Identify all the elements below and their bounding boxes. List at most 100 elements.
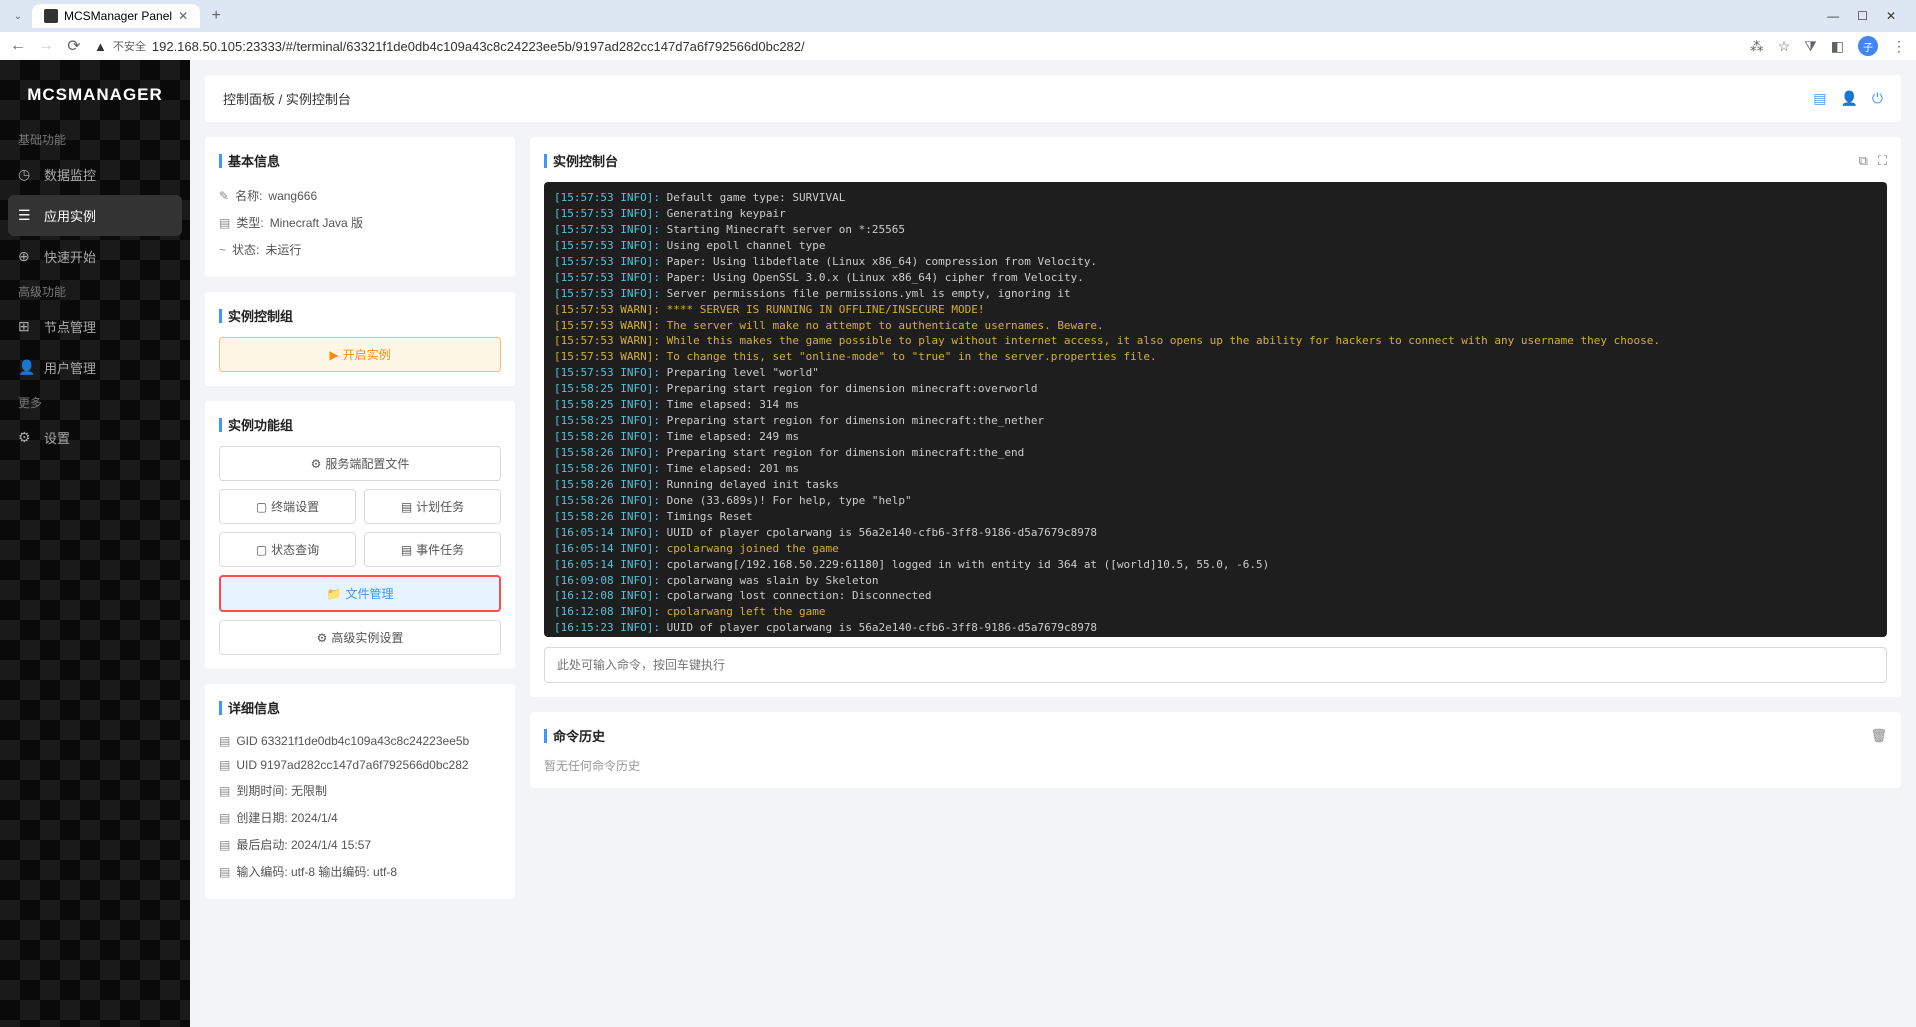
insecure-icon: ▲ — [94, 39, 107, 54]
terminal-output[interactable]: [15:57:53 INFO]: Default game type: SURV… — [544, 182, 1887, 637]
info-status: ~ 状态: 未运行 — [219, 236, 501, 263]
info-type: ▤ 类型: Minecraft Java 版 — [219, 209, 501, 236]
control-group-card: 实例控制组 ▶ 开启实例 — [205, 292, 515, 386]
play-icon: ▶ — [329, 348, 338, 362]
minimize-icon[interactable]: — — [1827, 9, 1839, 23]
terminal-line: [16:05:14 INFO]: cpolarwang[/192.168.50.… — [554, 557, 1877, 573]
sidebar-section-more: 更多 — [0, 388, 190, 417]
card-title: 实例控制台 ⧉ ⛶ — [544, 151, 1887, 170]
doc-icon: ▤ — [219, 865, 230, 879]
terminal-settings-button[interactable]: ▢ 终端设置 — [219, 489, 356, 524]
folder-icon: 📁 — [327, 587, 342, 601]
extensions-icon[interactable]: ⧩ — [1804, 38, 1817, 55]
main-content: 控制面板 / 实例控制台 ▤ 👤 ⏻ 基本信息 ✎ 名称: — [190, 60, 1916, 1027]
cal-icon: ▤ — [219, 811, 230, 825]
file-icon: ▤ — [219, 216, 230, 230]
uid-line: ▤UID 9197ad282cc147d7a6f792566d0bc282 — [219, 753, 501, 777]
url-field[interactable]: ▲ 不安全 192.168.50.105:23333/#/terminal/63… — [94, 38, 1738, 54]
users-icon: 👤 — [18, 359, 32, 376]
terminal-line: [16:05:14 INFO]: cpolarwang joined the g… — [554, 541, 1877, 557]
scheduled-tasks-button[interactable]: ▤ 计划任务 — [364, 489, 501, 524]
header-bar: 控制面板 / 实例控制台 ▤ 👤 ⏻ — [205, 75, 1901, 122]
sidebar-label: 节点管理 — [44, 317, 96, 336]
history-empty-text: 暂无任何命令历史 — [544, 757, 1887, 774]
breadcrumb-root[interactable]: 控制面板 — [223, 92, 275, 107]
sidebar-item-monitoring[interactable]: ◷ 数据监控 — [0, 154, 190, 195]
terminal-line: [15:58:25 INFO]: Time elapsed: 314 ms — [554, 397, 1877, 413]
encoding-line: ▤输入编码: utf-8 输出编码: utf-8 — [219, 858, 501, 885]
tab-title: MCSManager Panel — [64, 9, 172, 23]
user-icon[interactable]: 👤 — [1840, 90, 1857, 107]
sidebar-item-instances[interactable]: ☰ 应用实例 — [8, 195, 182, 236]
card-title: 详细信息 — [219, 698, 501, 717]
command-input[interactable] — [544, 647, 1887, 683]
close-tab-icon[interactable]: ✕ — [178, 9, 188, 23]
terminal-line: [15:57:53 INFO]: Server permissions file… — [554, 286, 1877, 302]
terminal-line: [16:05:14 INFO]: UUID of player cpolarwa… — [554, 525, 1877, 541]
gear-icon: ⚙ — [317, 631, 328, 645]
terminal-line: [15:57:53 INFO]: Paper: Using OpenSSL 3.… — [554, 270, 1877, 286]
trash-icon[interactable]: 🗑 — [1870, 728, 1887, 744]
reload-icon[interactable]: ⟳ — [66, 38, 82, 54]
sidebar-label: 快速开始 — [44, 247, 96, 266]
terminal-line: [15:58:26 INFO]: Time elapsed: 249 ms — [554, 429, 1877, 445]
maximize-icon[interactable]: ☐ — [1857, 9, 1868, 23]
terminal-line: [15:58:25 INFO]: Preparing start region … — [554, 381, 1877, 397]
card-title: 基本信息 — [219, 151, 501, 170]
cal-icon: ▤ — [219, 838, 230, 852]
info-name: ✎ 名称: wang666 — [219, 182, 501, 209]
expire-line: ▤到期时间: 无限制 — [219, 777, 501, 804]
sidebar-item-quickstart[interactable]: ⊕ 快速开始 — [0, 236, 190, 277]
terminal-line: [15:58:25 INFO]: Preparing start region … — [554, 413, 1877, 429]
card-icon[interactable]: ▤ — [1813, 90, 1826, 107]
event-tasks-button[interactable]: ▤ 事件任务 — [364, 532, 501, 567]
cal-icon: ▤ — [219, 784, 230, 798]
sidebar-section-basic: 基础功能 — [0, 125, 190, 154]
advanced-settings-button[interactable]: ⚙ 高级实例设置 — [219, 620, 501, 655]
terminal-line: [15:58:26 INFO]: Time elapsed: 201 ms — [554, 461, 1877, 477]
instances-icon: ☰ — [18, 207, 32, 224]
terminal-line: [15:58:26 INFO]: Running delayed init ta… — [554, 477, 1877, 493]
insecure-label: 不安全 — [113, 38, 146, 54]
doc-icon: ▤ — [219, 758, 230, 772]
sidebar-item-users[interactable]: 👤 用户管理 — [0, 347, 190, 388]
sidebar-section-advanced: 高级功能 — [0, 277, 190, 306]
browser-chrome: ⌄ MCSManager Panel ✕ + — ☐ ✕ ← → ⟳ ▲ 不安全… — [0, 0, 1916, 60]
terminal-line: [15:58:26 INFO]: Timings Reset — [554, 509, 1877, 525]
sidebar-item-nodes[interactable]: ⊞ 节点管理 — [0, 306, 190, 347]
server-config-button[interactable]: ⚙ 服务端配置文件 — [219, 446, 501, 481]
terminal-line: [16:09:08 INFO]: cpolarwang was slain by… — [554, 573, 1877, 589]
popout-icon[interactable]: ⧉ — [1859, 153, 1868, 169]
card-title: 实例功能组 — [219, 415, 501, 434]
close-window-icon[interactable]: ✕ — [1886, 9, 1896, 23]
pencil-icon: ✎ — [219, 189, 229, 203]
forward-icon[interactable]: → — [38, 38, 54, 54]
file-mgmt-button[interactable]: 📁 文件管理 — [219, 575, 501, 612]
new-tab-button[interactable]: + — [204, 4, 228, 28]
window-controls: — ☐ ✕ — [1827, 9, 1908, 23]
terminal-line: [15:57:53 INFO]: Preparing level "world" — [554, 365, 1877, 381]
fullscreen-icon[interactable]: ⛶ — [1878, 153, 1887, 169]
terminal-line: [16:12:08 INFO]: cpolarwang left the gam… — [554, 604, 1877, 620]
terminal-line: [15:57:53 INFO]: Generating keypair — [554, 206, 1877, 222]
status-query-button[interactable]: ▢ 状态查询 — [219, 532, 356, 567]
detail-info-card: 详细信息 ▤GID 63321f1de0db4c109a43c8c24223ee… — [205, 684, 515, 899]
tab-dropdown-icon[interactable]: ⌄ — [8, 11, 28, 22]
sidebar-item-settings[interactable]: ⚙ 设置 — [0, 417, 190, 458]
bookmark-icon[interactable]: ☆ — [1778, 38, 1791, 55]
menu-icon[interactable]: ⋮ — [1892, 38, 1906, 55]
profile-avatar[interactable]: 子 — [1858, 36, 1878, 56]
open-instance-button[interactable]: ▶ 开启实例 — [219, 337, 501, 372]
sidepanel-icon[interactable]: ◧ — [1831, 38, 1844, 55]
terminal-line: [15:57:53 WARN]: The server will make no… — [554, 318, 1877, 334]
browser-tab[interactable]: MCSManager Panel ✕ — [32, 4, 200, 28]
power-icon[interactable]: ⏻ — [1872, 90, 1883, 107]
translate-icon[interactable]: ⁂ — [1750, 38, 1764, 55]
gid-line: ▤GID 63321f1de0db4c109a43c8c24223ee5b — [219, 729, 501, 753]
back-icon[interactable]: ← — [10, 38, 26, 54]
terminal-line: [16:15:23 INFO]: UUID of player cpolarwa… — [554, 620, 1877, 636]
terminal-line: [15:57:53 INFO]: Using epoll channel typ… — [554, 238, 1877, 254]
sidebar-label: 用户管理 — [44, 358, 96, 377]
logo: MCSMANAGER — [0, 75, 190, 125]
event-icon: ▤ — [401, 543, 412, 557]
